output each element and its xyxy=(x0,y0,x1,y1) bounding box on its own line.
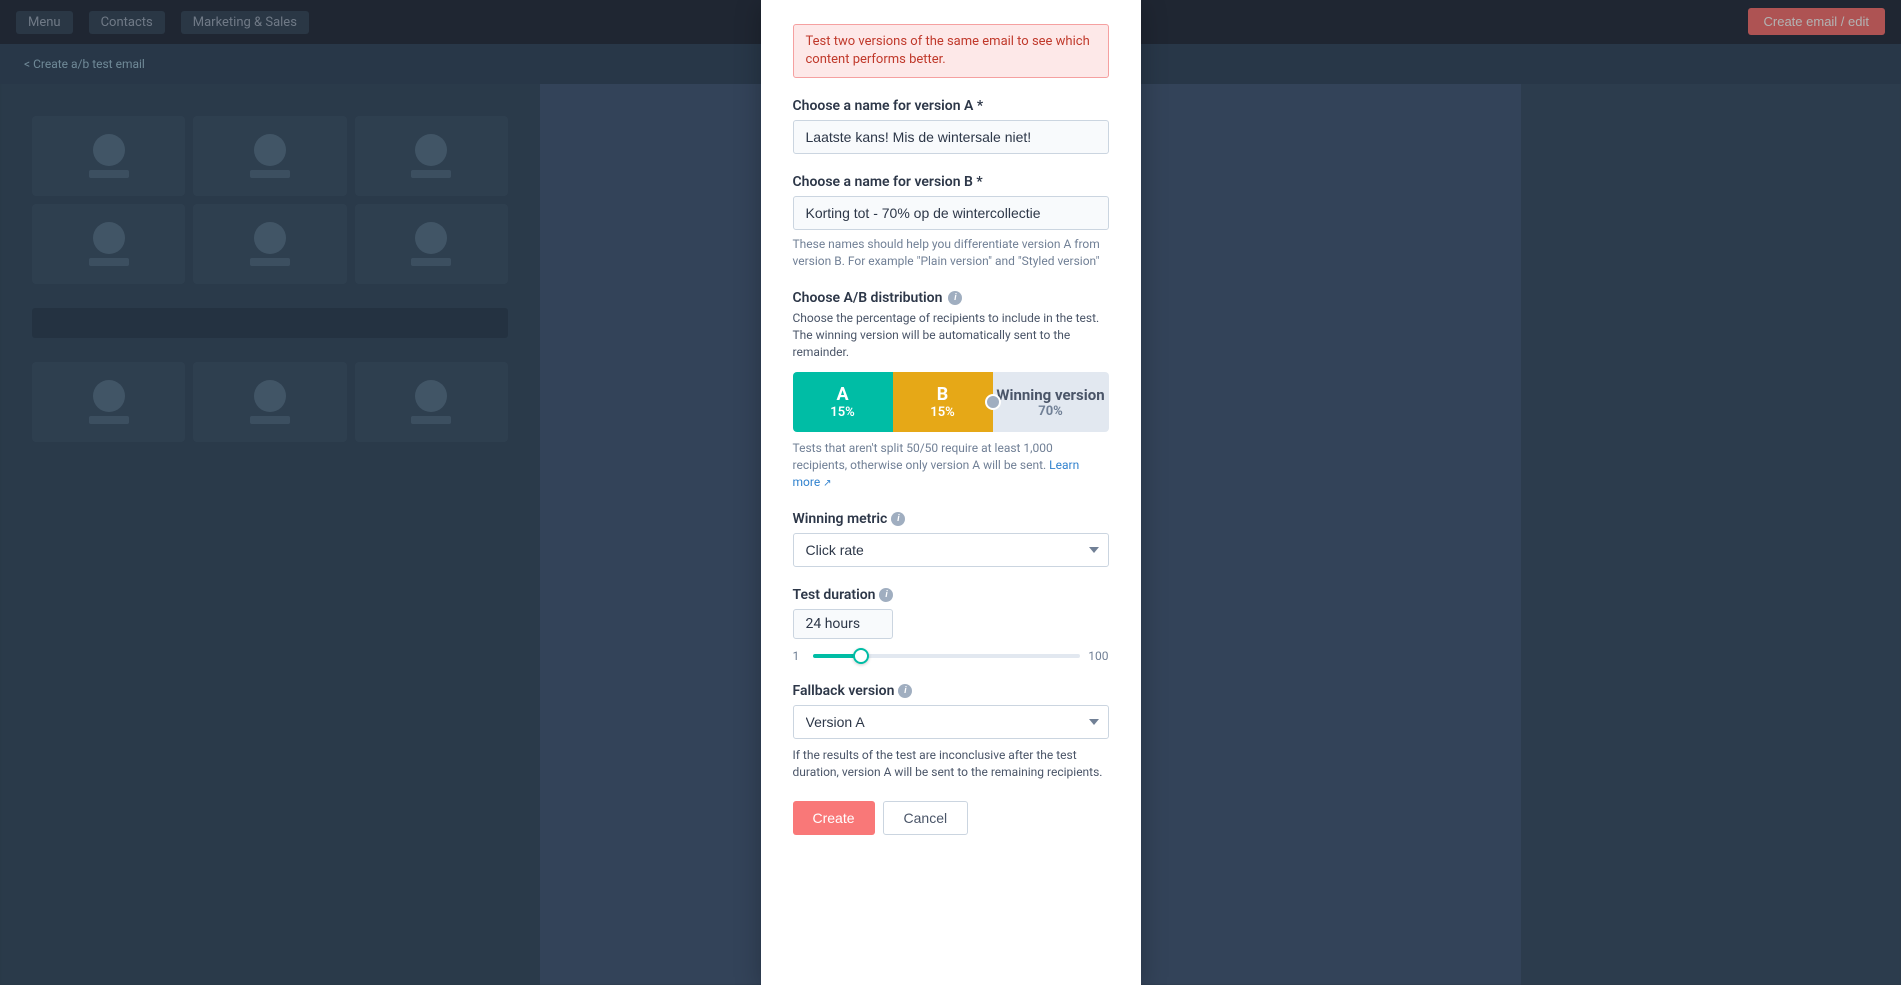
dist-winning-block: Winning version 70% xyxy=(993,372,1109,432)
names-helper-text: These names should help you differentiat… xyxy=(793,236,1109,270)
fallback-warning-text: If the results of the test are inconclus… xyxy=(793,747,1109,781)
distribution-drag-handle[interactable] xyxy=(985,394,1001,410)
version-a-label: Choose a name for version A * xyxy=(793,98,1109,114)
distribution-label: Choose A/B distribution i xyxy=(793,290,1109,306)
duration-slider[interactable] xyxy=(813,654,1081,658)
dist-b-percentage: 15% xyxy=(930,405,954,420)
dist-a-letter: A xyxy=(836,384,848,405)
winning-version-label: Winning version xyxy=(996,386,1104,404)
version-a-section: Choose a name for version A * xyxy=(793,98,1109,154)
distribution-bar: A 15% B 15% Winning version 70% xyxy=(793,372,1109,432)
winning-metric-label: Winning metric i xyxy=(793,511,1109,527)
distribution-description: Choose the percentage of recipients to i… xyxy=(793,310,1109,360)
winning-metric-info-icon[interactable]: i xyxy=(891,512,905,526)
slider-min-label: 1 xyxy=(793,649,805,663)
winning-metric-select[interactable]: Click rate Open rate Revenue xyxy=(793,533,1109,567)
winning-metric-select-wrapper: Click rate Open rate Revenue xyxy=(793,533,1109,567)
distribution-info-icon[interactable]: i xyxy=(948,291,962,305)
cancel-button[interactable]: Cancel xyxy=(883,801,969,835)
fallback-version-label: Fallback version i xyxy=(793,683,1109,699)
version-a-input[interactable] xyxy=(793,120,1109,154)
ab-test-modal: Test two versions of the same email to s… xyxy=(761,0,1141,985)
fallback-version-section: Fallback version i Version A Version B I… xyxy=(793,683,1109,781)
ab-distribution-section: Choose A/B distribution i Choose the per… xyxy=(793,290,1109,491)
dist-b-letter: B xyxy=(937,384,949,405)
external-link-icon: ↗ xyxy=(823,478,831,489)
test-duration-label: Test duration i xyxy=(793,587,1109,603)
fallback-info-icon[interactable]: i xyxy=(898,684,912,698)
test-duration-section: Test duration i 24 hours 1 100 xyxy=(793,587,1109,663)
slider-container: 1 100 xyxy=(793,649,1109,663)
slider-max-label: 100 xyxy=(1088,649,1108,663)
dist-a-block: A 15% xyxy=(793,372,893,432)
fallback-select-wrapper: Version A Version B xyxy=(793,705,1109,739)
dist-b-block: B 15% xyxy=(893,372,993,432)
test-duration-info-icon[interactable]: i xyxy=(879,588,893,602)
error-banner: Test two versions of the same email to s… xyxy=(793,24,1109,78)
create-button[interactable]: Create xyxy=(793,801,875,835)
dist-a-percentage: 15% xyxy=(830,405,854,420)
test-duration-value: 24 hours xyxy=(793,609,893,639)
version-b-section: Choose a name for version B * These name… xyxy=(793,174,1109,270)
distribution-warning-text: Tests that aren't split 50/50 require at… xyxy=(793,440,1109,491)
winning-metric-section: Winning metric i Click rate Open rate Re… xyxy=(793,511,1109,567)
winning-version-percentage: 70% xyxy=(1038,404,1063,419)
version-b-input[interactable] xyxy=(793,196,1109,230)
fallback-version-select[interactable]: Version A Version B xyxy=(793,705,1109,739)
version-b-label: Choose a name for version B * xyxy=(793,174,1109,190)
modal-footer: Create Cancel xyxy=(793,801,1109,835)
